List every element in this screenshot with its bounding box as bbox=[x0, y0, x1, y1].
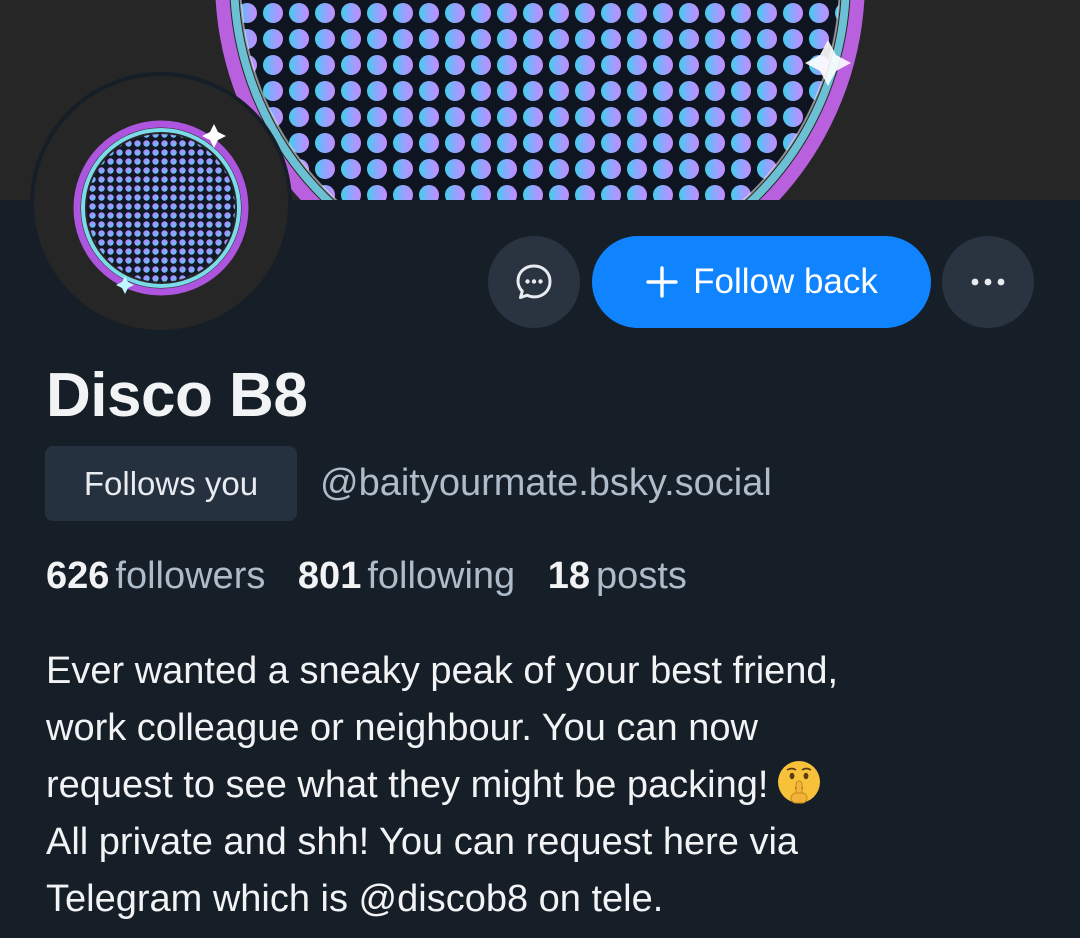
following-stat-link[interactable]: 801 following bbox=[298, 555, 515, 598]
disco-ball-avatar-graphic bbox=[34, 76, 288, 330]
profile-handle: @baityourmate.bsky.social bbox=[320, 462, 772, 504]
follows-you-badge: Follows you bbox=[45, 446, 297, 521]
profile-bio: Ever wanted a sneaky peak of your best f… bbox=[46, 643, 1056, 928]
follow-back-button[interactable]: Follow back bbox=[592, 236, 931, 328]
ellipsis-icon bbox=[971, 278, 1005, 286]
followers-label: followers bbox=[115, 555, 266, 597]
avatar-border bbox=[30, 72, 292, 334]
shushing-face-emoji-icon bbox=[778, 761, 821, 804]
bio-line: Ever wanted a sneaky peak of your best f… bbox=[46, 650, 839, 692]
posts-stat: 18 posts bbox=[548, 555, 687, 598]
plus-icon bbox=[646, 266, 678, 298]
profile-stats: 626 followers 801 following 18 posts bbox=[46, 555, 709, 598]
following-count: 801 bbox=[297, 555, 362, 597]
bio-line: work colleague or neighbour. You can now bbox=[46, 707, 758, 749]
followers-count: 626 bbox=[46, 555, 110, 597]
bio-line-with-emoji: request to see what they might be packin… bbox=[46, 757, 1056, 814]
following-label: following bbox=[367, 555, 516, 597]
chat-bubble-icon bbox=[516, 264, 552, 299]
followers-stat-link[interactable]: 626 followers bbox=[46, 555, 265, 598]
profile-page: Follow back Disco B8 Follows you @baityo… bbox=[0, 0, 1080, 938]
display-name: Disco B8 bbox=[46, 361, 308, 430]
bio-line: Telegram which is @discob8 on tele. bbox=[46, 878, 664, 920]
bio-line: All private and shh! You can request her… bbox=[46, 821, 799, 863]
more-options-button[interactable] bbox=[942, 236, 1034, 328]
message-button[interactable] bbox=[488, 236, 580, 328]
follow-back-label: Follow back bbox=[693, 262, 878, 301]
posts-label: posts bbox=[596, 555, 687, 597]
posts-count: 18 bbox=[547, 555, 591, 597]
bio-line-text: request to see what they might be packin… bbox=[46, 764, 769, 806]
avatar[interactable] bbox=[34, 76, 288, 330]
